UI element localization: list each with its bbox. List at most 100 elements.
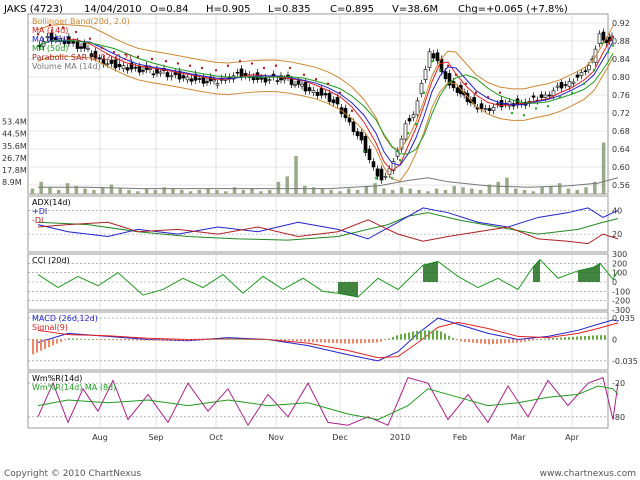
volume-bar bbox=[373, 183, 377, 194]
volume-bar bbox=[426, 191, 430, 194]
sar-dot bbox=[238, 60, 242, 63]
indicator-legend-entry: Wm%R(14d) bbox=[32, 374, 82, 383]
candle-body bbox=[121, 65, 126, 69]
volume-tick-label: 35.6M bbox=[2, 142, 27, 151]
candle-body bbox=[407, 118, 412, 122]
macd-histogram-bar bbox=[276, 339, 278, 340]
sar-dot bbox=[226, 64, 230, 67]
x-tick-label: Mar bbox=[510, 433, 526, 442]
macd-histogram-bar bbox=[432, 330, 434, 340]
volume-bar bbox=[57, 189, 61, 194]
macd-histogram-bar bbox=[48, 339, 50, 348]
volume-bar bbox=[109, 184, 114, 194]
candle-body bbox=[367, 148, 372, 161]
macd-histogram-bar bbox=[392, 336, 394, 340]
macd-histogram-bar bbox=[352, 339, 354, 344]
macd-histogram-bar bbox=[500, 339, 502, 344]
candle-body bbox=[75, 41, 80, 49]
candle-body bbox=[311, 90, 316, 93]
macd-histogram-bar bbox=[596, 335, 598, 340]
volume-tick-label: 17.8M bbox=[2, 166, 27, 175]
macd-histogram-bar bbox=[172, 339, 174, 341]
macd-histogram-bar bbox=[92, 339, 94, 340]
macd-histogram-bar bbox=[176, 339, 178, 341]
macd-histogram-bar bbox=[344, 339, 346, 344]
sar-dot bbox=[374, 177, 378, 180]
macd-histogram-bar bbox=[204, 339, 206, 340]
sar-dot bbox=[600, 42, 604, 45]
volume-bar bbox=[276, 181, 281, 194]
macd-histogram-bar bbox=[220, 338, 222, 340]
price-legend-entry: Parabolic SAR (0.02, 0.2) bbox=[32, 53, 132, 62]
volume-bar bbox=[206, 188, 210, 194]
macd-histogram-bar bbox=[132, 339, 134, 341]
macd-histogram-bar bbox=[100, 339, 102, 340]
candle-body bbox=[583, 70, 588, 72]
close-label: C=0.895 bbox=[330, 4, 374, 15]
volume-bar bbox=[144, 188, 149, 194]
volume-bar bbox=[303, 185, 307, 194]
sar-dot bbox=[422, 91, 426, 94]
macd-histogram-bar bbox=[468, 339, 470, 343]
macd-histogram-bar bbox=[436, 330, 438, 340]
macd-histogram-bar bbox=[576, 336, 578, 340]
candle-body bbox=[289, 78, 294, 85]
macd-histogram-bar bbox=[192, 339, 194, 341]
macd-histogram-bar bbox=[292, 339, 294, 341]
macd-histogram-bar bbox=[84, 338, 86, 340]
candle-body bbox=[303, 82, 308, 92]
macd-histogram-bar bbox=[312, 339, 314, 343]
macd-histogram-bar bbox=[272, 339, 274, 340]
macd-histogram-bar bbox=[324, 339, 326, 343]
candle-body bbox=[531, 95, 536, 98]
macd-histogram-bar bbox=[492, 339, 494, 345]
macd-histogram-bar bbox=[584, 336, 586, 340]
macd-histogram-bar bbox=[588, 335, 590, 340]
candle-body bbox=[151, 73, 156, 76]
volume-bar bbox=[399, 187, 404, 194]
volume-bar bbox=[92, 189, 96, 194]
candle-body bbox=[82, 42, 87, 49]
candle-body bbox=[323, 93, 328, 96]
volume-bar bbox=[461, 187, 465, 194]
volume-bar bbox=[338, 191, 342, 194]
macd-histogram-bar bbox=[252, 338, 254, 340]
indicator-tick-label: -100 bbox=[612, 287, 630, 296]
macd-histogram-bar bbox=[288, 339, 290, 341]
macd-histogram-bar bbox=[148, 339, 150, 341]
macd-histogram-bar bbox=[564, 337, 566, 340]
macd-histogram-bar bbox=[404, 333, 406, 340]
candle-body bbox=[435, 52, 440, 62]
candle-body bbox=[559, 82, 564, 89]
macd-histogram-bar bbox=[440, 331, 442, 340]
candle-body bbox=[335, 97, 340, 105]
volume-bar bbox=[496, 181, 500, 194]
macd-histogram-bar bbox=[212, 339, 214, 340]
volume-bar bbox=[575, 189, 579, 194]
candle-body bbox=[359, 131, 364, 141]
volume-tick-label: 26.7M bbox=[2, 154, 27, 163]
candle-body bbox=[551, 90, 556, 96]
macd-histogram-bar bbox=[356, 339, 358, 344]
volume-bar bbox=[513, 188, 518, 194]
macd-histogram-bar bbox=[508, 339, 510, 344]
macd-histogram-bar bbox=[112, 339, 114, 341]
candle-body bbox=[479, 103, 484, 110]
candle-body bbox=[148, 68, 152, 70]
candle-body bbox=[212, 79, 216, 82]
sar-dot bbox=[606, 51, 610, 54]
macd-histogram-bar bbox=[140, 339, 142, 341]
macd-histogram-bar bbox=[396, 335, 398, 340]
macd-histogram-bar bbox=[64, 339, 66, 341]
macd-histogram-bar bbox=[228, 338, 230, 340]
sar-dot bbox=[398, 159, 402, 162]
macd-histogram-bar bbox=[472, 339, 474, 343]
macd-histogram-bar bbox=[532, 339, 534, 341]
volume-bar bbox=[127, 189, 131, 194]
candle-body bbox=[133, 66, 138, 69]
high-label: H=0.905 bbox=[206, 4, 251, 15]
price-tick-label: 0.88 bbox=[612, 37, 630, 46]
macd-histogram-bar bbox=[336, 339, 338, 344]
sar-dot bbox=[214, 69, 218, 72]
sar-dot bbox=[200, 66, 204, 70]
